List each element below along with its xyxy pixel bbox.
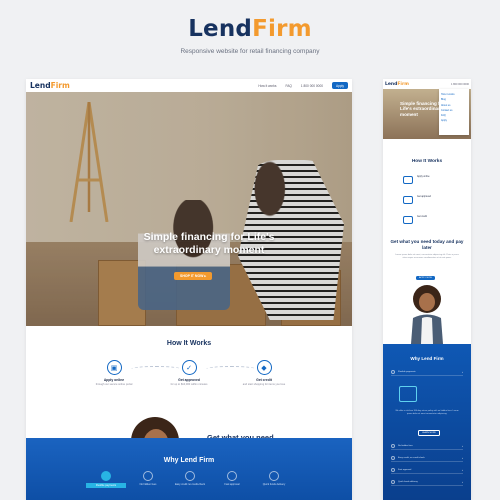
lendfirm-logo: LendFirm <box>188 16 312 42</box>
mobile-step-label: Get credit <box>417 216 427 218</box>
approval-icon: ✓ <box>181 360 197 375</box>
circle-icon <box>143 471 153 481</box>
chevron-icon: › <box>462 455 463 460</box>
mobile-logo[interactable]: LendFirm <box>385 82 409 87</box>
mobile-menu-item[interactable]: Contact us <box>441 109 467 112</box>
why-item-label: Easy credit no credit‑check <box>174 483 205 486</box>
why-lend-firm-section: Why Lend Firm Flexible payments No hidde… <box>26 438 352 500</box>
step-label: Get approved <box>178 378 200 382</box>
approval-icon <box>403 196 413 204</box>
mobile-why-title: Why Lend Firm <box>410 356 444 361</box>
mobile-mockup: LendFirm 1 800 000 0000 Simple financing… <box>383 79 471 500</box>
mobile-menu-item[interactable]: FAQ <box>441 114 467 117</box>
chevron-icon: › <box>462 443 463 448</box>
mobile-step-label: Apply online <box>417 176 430 178</box>
mobile-menu-item[interactable]: How it works <box>441 93 467 96</box>
desktop-nav-links: How it works FAQ 1 800 000 0000 Apply <box>258 82 348 89</box>
step-description: through our secure online portal <box>95 383 133 386</box>
circle-icon <box>391 455 395 460</box>
mobile-get-title: Get what you need today and pay later <box>390 239 464 250</box>
mobile-menu-item[interactable]: About us <box>441 104 467 107</box>
mobile-dropdown-menu: How it works Blog About us Contact us FA… <box>439 89 469 135</box>
brand-subtitle: Responsive website for retail financing … <box>180 48 320 55</box>
mobile-apply-now-button[interactable]: APPLY NOW <box>416 276 435 280</box>
why-item-label: Quick funds delivery <box>262 483 286 486</box>
circle-icon <box>227 471 237 481</box>
mobile-step: Get approved <box>403 196 463 204</box>
mobile-why-section: Why Lend Firm Flexible payments › We offe… <box>383 344 471 500</box>
accordion-label: No hidden fees <box>398 444 413 447</box>
circle-icon <box>391 443 395 448</box>
feature-illustration <box>399 386 417 402</box>
circle-icon <box>269 471 279 481</box>
chevron-icon: › <box>462 369 463 374</box>
circle-icon <box>391 467 395 472</box>
circle-icon <box>391 479 395 484</box>
accordion-label: Quick funds delivery <box>398 480 418 483</box>
circle-icon <box>185 471 195 481</box>
desktop-navbar: LendFirm How it works FAQ 1 800 000 0000… <box>26 79 352 92</box>
step-description: for up to $10,000 within minutes <box>170 383 208 386</box>
mobile-how-title: How It Works <box>411 159 443 164</box>
tag-icon: ◆ <box>256 360 272 375</box>
nav-link-faq[interactable]: FAQ <box>285 84 291 88</box>
shop-now-button[interactable]: SHOP IT NOW ▸ <box>174 272 213 280</box>
step-get-credit: ◆ Get credit and start shopping for item… <box>234 360 294 386</box>
nav-apply-button[interactable]: Apply <box>332 82 348 89</box>
step-description: and start shopping for items you love <box>242 383 286 386</box>
mobile-learn-more-button[interactable]: LEARN MORE <box>418 430 440 436</box>
tag-icon <box>403 216 413 224</box>
monitor-icon: ▣ <box>106 360 122 375</box>
accordion-label: Fast approval <box>398 468 412 471</box>
why-item[interactable]: Flexible payments <box>86 471 126 488</box>
mobile-accordion-item[interactable]: No hidden fees › <box>391 442 463 450</box>
mobile-menu-item[interactable]: Blog <box>441 98 467 101</box>
mobile-woman-photo <box>411 285 443 344</box>
why-item[interactable]: Quick funds delivery <box>254 471 294 486</box>
why-item[interactable]: Fast approval <box>212 471 252 486</box>
accordion-label: Easy credit, no credit check <box>398 456 425 459</box>
chevron-icon: › <box>462 467 463 472</box>
accordion-label: Flexible payments <box>398 370 416 373</box>
chevron-icon: › <box>462 479 463 484</box>
nav-link-how[interactable]: How it works <box>258 84 276 88</box>
mobile-menu-item[interactable]: Apply <box>441 119 467 122</box>
how-it-works-title: How It Works <box>166 340 212 347</box>
why-title: Why Lend Firm <box>163 457 215 464</box>
why-item[interactable]: No hidden fees <box>128 471 168 486</box>
mobile-accordion-item[interactable]: Fast approval › <box>391 466 463 474</box>
desktop-mockup: LendFirm How it works FAQ 1 800 000 0000… <box>26 79 352 500</box>
nav-link-phone[interactable]: 1 800 000 0000 <box>301 84 323 88</box>
step-label: Get credit <box>256 378 272 382</box>
why-item-label: No hidden fees <box>139 483 157 486</box>
mobile-step: Apply online <box>403 176 463 184</box>
monitor-icon <box>403 176 413 184</box>
mobile-accordion-item[interactable]: Easy credit, no credit check › <box>391 454 463 462</box>
hero-section: Simple financing for Life's extraordinar… <box>26 92 352 326</box>
why-item-label: Flexible payments <box>86 483 126 488</box>
hero-overlay <box>26 92 352 326</box>
mobile-step: Get credit <box>403 216 463 224</box>
how-it-works-section: How It Works ▣ Apply online through our … <box>26 326 352 411</box>
step-apply-online: ▣ Apply online through our secure online… <box>84 360 144 386</box>
hero-title: Simple financing for Life's extraordinar… <box>143 231 275 256</box>
desktop-logo[interactable]: LendFirm <box>30 81 70 90</box>
mobile-accordion-item[interactable]: Flexible payments › <box>391 368 463 376</box>
step-label: Apply online <box>103 378 125 382</box>
step-get-approved: ✓ Get approved for up to $10,000 within … <box>159 360 219 386</box>
brand-header: LendFirm Responsive website for retail f… <box>0 16 500 55</box>
circle-icon <box>101 471 111 481</box>
mobile-phone-link[interactable]: 1 800 000 0000 <box>451 83 469 86</box>
mobile-navbar: LendFirm 1 800 000 0000 <box>383 79 471 89</box>
mobile-get-body: Lorem ipsum dolor sit amet, consectetur … <box>395 254 459 259</box>
mobile-feature-text: We offer a risk-free 100-day return poli… <box>395 410 459 415</box>
why-item[interactable]: Easy credit no credit‑check <box>170 471 210 486</box>
mobile-step-label: Get approved <box>417 196 431 198</box>
why-item-label: Fast approval <box>224 483 240 486</box>
circle-icon <box>391 369 395 374</box>
mobile-accordion-item[interactable]: Quick funds delivery › <box>391 478 463 486</box>
